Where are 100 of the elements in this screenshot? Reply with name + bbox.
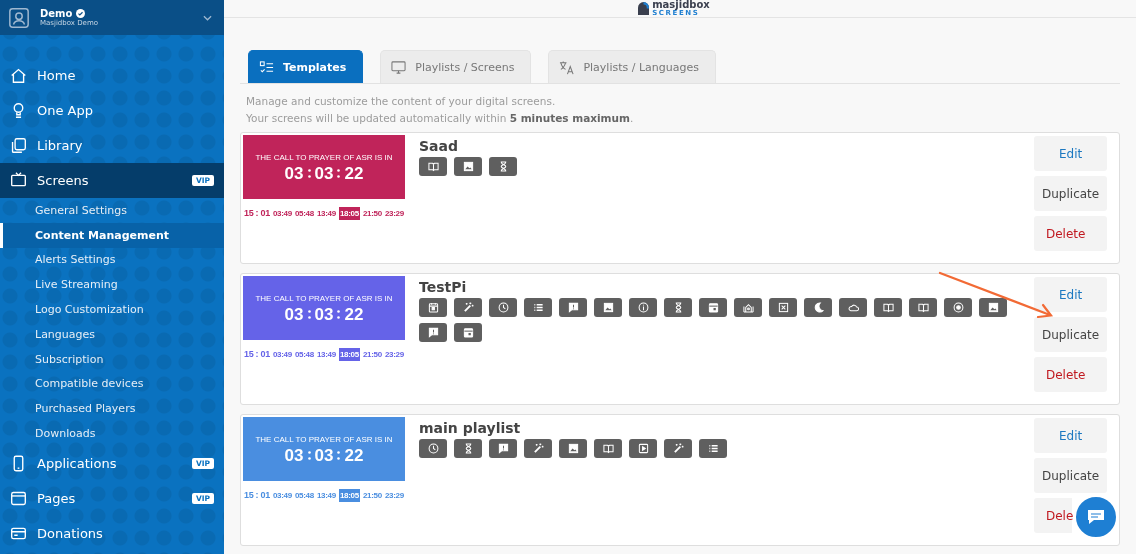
calendar-icon (419, 298, 447, 317)
preview-headline: THE CALL TO PRAYER OF ASR IS IN (255, 434, 393, 444)
template-name: TestPi (419, 279, 468, 295)
tab[interactable]: Playlists / Languages (548, 50, 716, 83)
prayer-time: 13:49 (316, 489, 336, 502)
prayer-time: 23:29 (384, 489, 404, 502)
info-icon (629, 298, 657, 317)
colon-icon (307, 449, 311, 461)
edit-button[interactable]: Edit (1034, 418, 1107, 453)
chat-icon (1086, 508, 1106, 526)
sidebar-subitem[interactable]: Content Management (0, 222, 224, 248)
prayer-time: 13:49 (316, 348, 336, 361)
prayer-time: 05:48 (294, 348, 314, 361)
countdown-digits: 03 (284, 164, 304, 182)
translate-icon (559, 59, 575, 75)
prayer-time: 13:49 (316, 207, 336, 220)
tab[interactable]: Playlists / Screens (380, 50, 532, 83)
description-text: Your screens will be updated automatically within 5 minutes maximum. (246, 111, 635, 126)
magic-icon (524, 439, 552, 458)
prayer-time: 23:29 (384, 348, 404, 361)
checklist-icon (259, 59, 274, 75)
colon-icon (337, 167, 341, 179)
library-icon (10, 137, 27, 154)
prayer-time: 18:05 (338, 488, 360, 502)
mosque-icon (734, 298, 762, 317)
sidebar-item[interactable]: Donations (0, 515, 224, 551)
countdown-digits: 22 (344, 446, 364, 464)
sidebar-subitem[interactable]: Compatible devices (0, 371, 224, 397)
tab[interactable]: Templates (248, 50, 364, 83)
prayer-time: 21:50 (362, 348, 382, 361)
book-icon (874, 298, 902, 317)
alert-icon (489, 439, 517, 458)
sidebar-subitem[interactable]: Purchased Players (0, 396, 224, 422)
account-name: Demo (40, 8, 73, 19)
tv-icon (10, 172, 27, 189)
prayer-time: 03:49 (272, 348, 292, 361)
colon-icon (307, 167, 311, 179)
sidebar-item[interactable]: Home (0, 58, 224, 93)
prayer-time: 21:50 (362, 489, 382, 502)
sidebar-subitem[interactable]: Logo Customization (0, 297, 224, 322)
preview-clock: 15 : 01 (244, 208, 270, 218)
countdown-digits: 22 (344, 305, 364, 323)
clock-icon (489, 298, 517, 317)
prayer-time: 03:49 (272, 207, 292, 220)
avatar-icon (8, 6, 30, 29)
countdown-digits: 22 (344, 164, 364, 182)
moon-icon (804, 298, 832, 317)
description-text: Manage and customize the content of your digital screens. (246, 94, 557, 109)
hourglass-icon (664, 298, 692, 317)
logo-icon (638, 2, 650, 15)
book-icon (419, 157, 447, 176)
prayer-time: 03:49 (272, 489, 292, 502)
video-icon (629, 439, 657, 458)
sidebar-subitem[interactable]: Downloads (0, 421, 224, 446)
sidebar-item[interactable]: Library (0, 128, 224, 163)
magic-icon (454, 298, 482, 317)
delete-button[interactable]: Delete (1034, 216, 1107, 251)
countdown-digits: 03 (284, 446, 304, 464)
hourglass-icon (489, 157, 517, 176)
window-icon (10, 489, 27, 507)
sidebar-item[interactable]: One App (0, 93, 224, 128)
prayer-time: 05:48 (294, 489, 314, 502)
prayer-time: 05:48 (294, 207, 314, 220)
image-icon (594, 298, 622, 317)
chevron-icon (203, 14, 212, 21)
magic-icon (664, 439, 692, 458)
sidebar-subitem[interactable]: Alerts Settings (0, 247, 224, 273)
event-icon (699, 298, 727, 317)
alert-icon (419, 323, 447, 342)
sidebar-subitem[interactable]: Languages (0, 322, 224, 347)
image-icon (559, 439, 587, 458)
duplicate-button[interactable]: Duplicate (1034, 317, 1107, 352)
preview-headline: THE CALL TO PRAYER OF ASR IS IN (255, 293, 393, 303)
colon-icon (337, 449, 341, 461)
list-icon (524, 298, 552, 317)
delete-button[interactable]: Dele (1034, 498, 1072, 533)
countdown-digits: 03 (314, 446, 334, 464)
edit-button[interactable]: Edit (1034, 136, 1107, 171)
sidebar-subitem[interactable]: General Settings (0, 198, 224, 223)
template-name: main playlist (419, 420, 522, 436)
countdown-digits: 03 (314, 164, 334, 182)
book-icon (909, 298, 937, 317)
clock-icon (419, 439, 447, 458)
cloud-icon (839, 298, 867, 317)
sidebar-subitem[interactable]: Subscription (0, 346, 224, 372)
duplicate-button[interactable]: Duplicate (1034, 176, 1107, 211)
duplicate-button[interactable]: Duplicate (1034, 458, 1107, 493)
prayer-time: 18:05 (338, 347, 360, 361)
prayer-time: 21:50 (362, 207, 382, 220)
edit-button[interactable]: Edit (1034, 277, 1107, 312)
event-icon (454, 323, 482, 342)
delete-button[interactable]: Delete (1034, 357, 1107, 392)
sidebar-subitem[interactable]: Live Streaming (0, 272, 224, 298)
hourglass-icon (454, 439, 482, 458)
alert-icon (559, 298, 587, 317)
colon-icon (337, 308, 341, 320)
countdown-digits: 03 (314, 305, 334, 323)
image-icon (979, 298, 1007, 317)
logo-name: masjidbox (652, 0, 710, 10)
preview-clock: 15 : 01 (244, 490, 270, 500)
